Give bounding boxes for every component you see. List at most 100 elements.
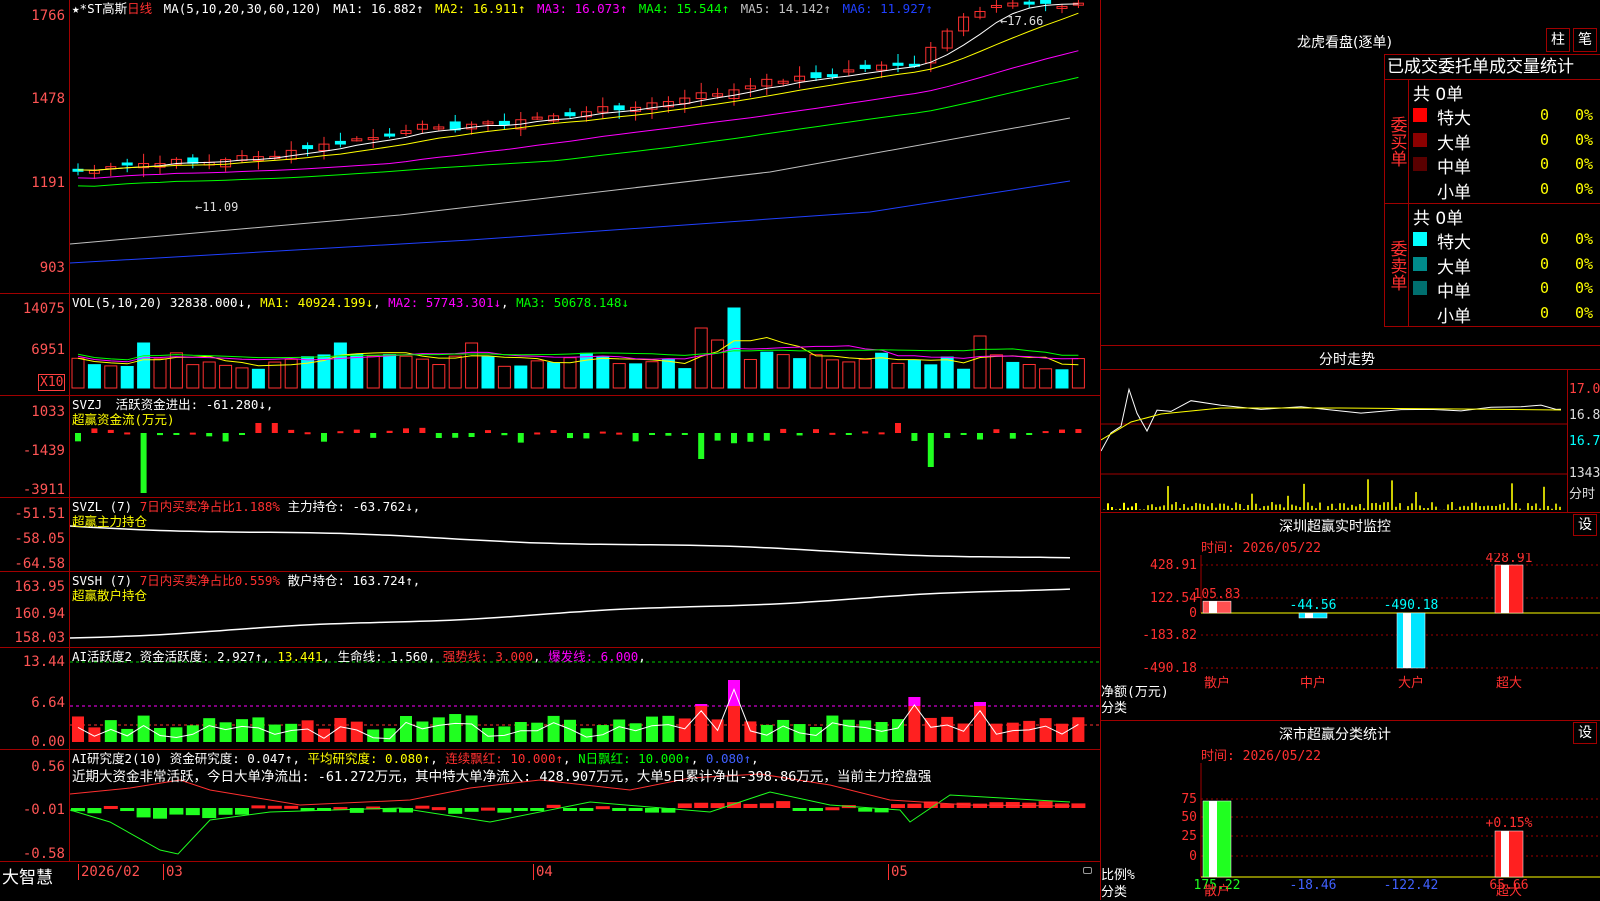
intraday-volume-bar xyxy=(1127,508,1129,510)
svsh-tick: 160.94 xyxy=(14,606,65,622)
low-price-value: 11.09 xyxy=(202,200,238,214)
bar-mode-button[interactable]: 柱 xyxy=(1546,28,1570,52)
volume-bar xyxy=(531,361,543,388)
volume-bar xyxy=(220,365,232,388)
kline-panel[interactable]: 1766 1478 1191 903 ★*ST高斯日线 MA(5,10,20,3… xyxy=(0,0,1100,294)
tab-volume-stats[interactable]: 成交量统计 xyxy=(1489,57,1574,77)
intraday-volume-bar xyxy=(1187,508,1189,510)
flow-bar xyxy=(157,433,163,435)
candle-body xyxy=(335,141,345,144)
activity-bar xyxy=(662,716,674,742)
activity-bar xyxy=(646,717,658,742)
intraday-volume-bar xyxy=(1555,504,1557,510)
volume-bar xyxy=(548,363,560,388)
volume-bar xyxy=(662,360,674,388)
monitor-bar-highlight xyxy=(1501,831,1509,877)
sell-orders-label: 委卖单 xyxy=(1385,204,1409,327)
activity-bar xyxy=(433,717,445,742)
svzj-panel[interactable]: 1033 -1439 -3911 SVZJ 活跃资金进出: -61.280↓, … xyxy=(0,396,1100,498)
monitor-y-tick: 428.91 xyxy=(1150,558,1197,573)
volume-bar xyxy=(416,359,428,388)
flow-bar xyxy=(780,429,786,433)
ma4-line xyxy=(78,77,1078,186)
order-percent: 0% xyxy=(1575,255,1593,273)
air-v3: 连续飘红: 10.000↑ xyxy=(445,751,563,766)
intraday-panel[interactable]: 分时走势 17.04 16.88 16.72 1343 分时 xyxy=(1100,345,1600,512)
intraday-volume-bar xyxy=(1475,503,1477,510)
longhu-title: 龙虎看盘(逐单) xyxy=(1297,32,1392,52)
order-percent: 0% xyxy=(1575,180,1593,198)
intraday-price-line xyxy=(1101,389,1561,451)
research-bar xyxy=(727,802,741,808)
intraday-volume-bar xyxy=(1135,503,1137,510)
main-hold-line xyxy=(70,526,1070,558)
ai-title: AI活跃度2 xyxy=(72,649,132,664)
intraday-volume-bar xyxy=(1291,505,1293,510)
monitor-bar-label: 105.83 xyxy=(1194,587,1241,602)
intraday-volume-bar xyxy=(1167,486,1169,510)
svzj-tick: -3911 xyxy=(23,482,65,498)
period-label[interactable]: 日线 xyxy=(127,1,152,16)
activity-bar xyxy=(416,722,428,742)
order-size-label: 中单 xyxy=(1437,277,1471,302)
intraday-volume-bar xyxy=(1463,506,1465,510)
tab-filled[interactable]: 已成交 xyxy=(1387,57,1438,77)
svsh-panel[interactable]: 163.95 160.94 158.03 SVSH (7) 7日内买卖净占比0.… xyxy=(0,572,1100,648)
date-axis-bar[interactable]: 大智慧 2026/02 03 04 05 xyxy=(0,862,1100,900)
volume-unit: X10 xyxy=(38,374,65,391)
class-settings-button[interactable]: 设 xyxy=(1573,722,1597,744)
candle-body xyxy=(811,73,821,78)
candle-body xyxy=(860,65,870,68)
svzl-net: 7日内买卖净占比1.188% xyxy=(140,499,280,514)
volume-panel[interactable]: 14075 6951 X10 VOL(5,10,20) 32838.000↓, … xyxy=(0,294,1100,396)
activity-bar xyxy=(449,714,461,742)
candle-body xyxy=(385,134,395,136)
kline-plot[interactable] xyxy=(70,0,1100,293)
intraday-volume-bar xyxy=(1535,503,1537,510)
buy-orders-total: 共 0单 xyxy=(1413,80,1463,105)
monitor-settings-button[interactable]: 设 xyxy=(1573,514,1597,536)
activity-bar xyxy=(548,716,560,742)
svzl-panel[interactable]: -51.51 -58.05 -64.58 SVZL (7) 7日内买卖净占比1.… xyxy=(0,498,1100,572)
sz-class-stats[interactable]: 深市超赢分类统计 设 时间: 2026/05/22 比例% 分类 7550250… xyxy=(1100,720,1600,900)
flow-bar xyxy=(124,432,130,434)
monitor-bar-highlight xyxy=(1501,565,1509,613)
lock-icon[interactable] xyxy=(1083,867,1092,874)
flow-bar xyxy=(141,433,147,493)
volume-bar xyxy=(761,352,773,388)
flow-bar xyxy=(829,433,835,435)
flow-bar xyxy=(1026,433,1032,435)
svzl-tick: -64.58 xyxy=(14,556,65,572)
activity-burst xyxy=(974,702,986,706)
intraday-price-high: 17.04 xyxy=(1569,382,1600,397)
research-bar xyxy=(169,808,183,815)
volume-bar xyxy=(941,357,953,388)
monitor-y-tick: 25 xyxy=(1181,829,1197,844)
research-bar xyxy=(645,808,659,813)
intraday-volume-bar xyxy=(1203,504,1205,510)
intraday-volume-bar xyxy=(1395,507,1397,510)
tab-orders[interactable]: 委托单 xyxy=(1438,57,1489,77)
ai-activity-panel[interactable]: 13.44 6.64 0.00 AI活跃度2 资金活跃度: 2.927↑, 13… xyxy=(0,648,1100,750)
candle-body xyxy=(565,113,575,116)
intraday-volume-bar xyxy=(1283,507,1285,510)
intraday-volume-bar xyxy=(1195,503,1197,510)
flow-bar xyxy=(370,433,376,438)
air-tick: 0.56 xyxy=(31,759,65,775)
intraday-volume-bar xyxy=(1363,508,1365,510)
color-swatch xyxy=(1413,306,1427,320)
monitor-bar-label: -44.56 xyxy=(1290,598,1337,613)
intraday-volume-bar xyxy=(1339,503,1341,510)
volume-bar xyxy=(88,365,100,388)
volume-bar xyxy=(449,356,461,388)
ai-research-panel[interactable]: 0.56 -0.01 -0.58 AI研究度2(10) 资金研究度: 0.047… xyxy=(0,750,1100,862)
stock-name[interactable]: ST高斯 xyxy=(87,1,127,16)
pen-mode-button[interactable]: 笔 xyxy=(1573,28,1597,52)
ma1-line xyxy=(78,4,1078,170)
flow-bar xyxy=(764,433,770,441)
sz-realtime-monitor[interactable]: 深圳超赢实时监控 设 时间: 2026/05/22 净额(万元) 分类 428.… xyxy=(1100,512,1600,720)
air-v4: N日飘红: 10.000↑ xyxy=(578,751,691,766)
intraday-volume-bar xyxy=(1507,508,1509,510)
volume-bar xyxy=(269,362,281,388)
flow-bar xyxy=(469,433,475,437)
